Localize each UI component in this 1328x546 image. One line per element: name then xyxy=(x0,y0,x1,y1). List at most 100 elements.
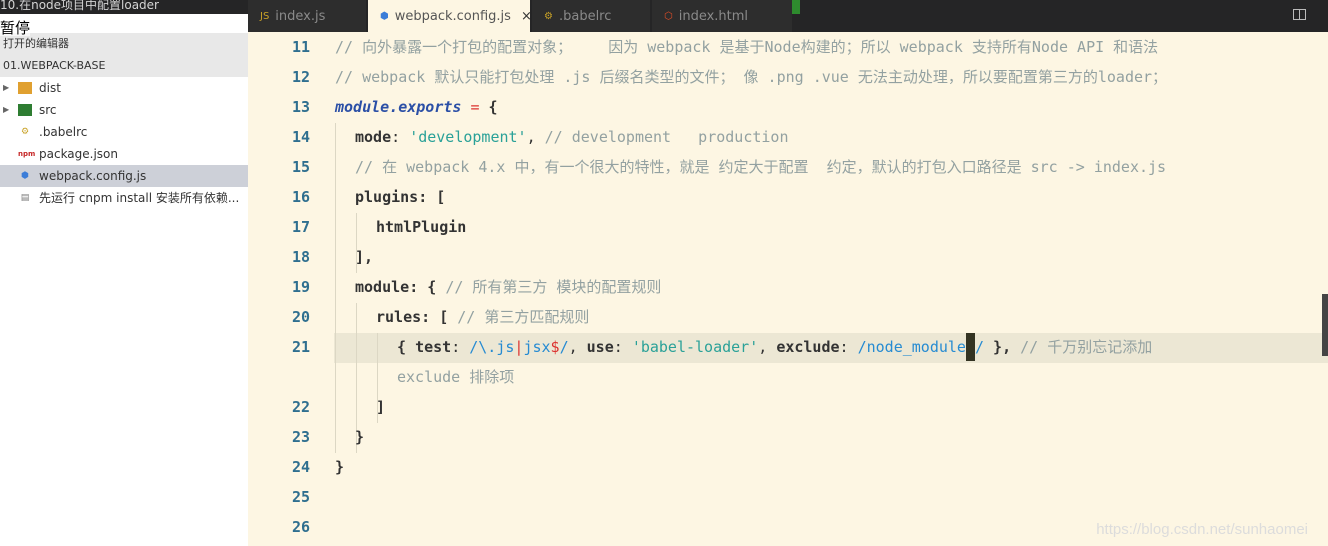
code-token: // development production xyxy=(544,128,789,146)
code-token: : { xyxy=(409,278,446,296)
code-token: , xyxy=(526,128,545,146)
tab-index-js[interactable]: JS index.js xyxy=(248,0,366,32)
tree-item-dist[interactable]: ▶ dist xyxy=(0,77,248,99)
code-line-15: // 在 webpack 4.x 中，有一个很大的特性，就是 约定大于配置 约定… xyxy=(355,158,1167,176)
code-line-19: module: { // 所有第三方 模块的配置规则 xyxy=(355,272,661,302)
window-title: 10.在node项目中配置loader xyxy=(0,0,159,12)
js-file-icon: JS xyxy=(260,10,270,22)
code-line-22: ] xyxy=(376,398,386,416)
code-token: jsx xyxy=(523,338,551,356)
line-number: 15 xyxy=(291,158,310,176)
code-token: use xyxy=(586,338,614,356)
npm-file-icon: npm xyxy=(18,150,36,158)
indent-guide xyxy=(335,123,336,453)
code-token: // 所有第三方 模块的配置规则 xyxy=(445,278,662,296)
text-file-icon: ▤ xyxy=(20,193,30,203)
code-token: , xyxy=(568,338,587,356)
code-token: / xyxy=(559,338,569,356)
code-line-17: htmlPlugin xyxy=(376,218,467,236)
code-token: : xyxy=(451,338,470,356)
code-token: test xyxy=(415,338,452,356)
tree-item-readme[interactable]: ▤ 先运行 cnpm install 安装所有依赖... xyxy=(0,187,248,209)
chevron-right-icon: ▶ xyxy=(3,105,10,114)
code-line-14: mode: 'development', // development prod… xyxy=(355,122,789,152)
explorer-sidebar: 打开的编辑器 01.WEBPACK-BASE ▶ dist ▶ src ⚙ .b… xyxy=(0,14,248,546)
code-token: // 第三方匹配规则 xyxy=(457,308,590,326)
open-editors-header[interactable]: 打开的编辑器 xyxy=(0,33,248,55)
code-token: 'development' xyxy=(409,128,527,146)
line-number: 18 xyxy=(291,248,310,266)
code-line-21: { test: /\.js|jsx$/, use: 'babel-loader'… xyxy=(397,332,1152,362)
folder-icon xyxy=(18,82,32,94)
line-number: 12 xyxy=(291,68,310,86)
tab-label: .babelrc xyxy=(558,8,612,24)
code-token: $ xyxy=(550,338,560,356)
close-icon[interactable]: × xyxy=(521,9,532,24)
folder-icon xyxy=(18,104,32,116)
line-number: 20 xyxy=(291,308,310,326)
scrollbar-thumb[interactable] xyxy=(1322,294,1328,356)
babelrc-file-icon: ⚙ xyxy=(544,10,553,22)
code-token: : [ xyxy=(418,188,446,206)
line-number: 13 xyxy=(291,98,310,116)
code-token: : xyxy=(391,128,410,146)
code-token: }, xyxy=(984,338,1021,356)
webpack-file-icon: ⬢ xyxy=(380,10,389,22)
code-token: { xyxy=(397,338,416,356)
code-line-21-wrap: exclude 排除项 xyxy=(397,368,515,386)
html-file-icon: ⬡ xyxy=(664,10,673,22)
code-editor[interactable]: 11 12 13 14 15 16 17 18 19 20 21 22 23 2… xyxy=(248,32,1328,546)
tab-index-html[interactable]: ⬡ index.html xyxy=(652,0,792,32)
line-number: 22 xyxy=(291,398,310,416)
code-line-24: } xyxy=(335,458,345,476)
code-line-13: module.exports = { xyxy=(335,92,498,122)
chevron-right-icon: ▶ xyxy=(3,83,10,92)
line-number: 21 xyxy=(291,338,310,356)
code-token: rules xyxy=(376,308,422,326)
code-token: : xyxy=(839,338,858,356)
tree-item-package-json[interactable]: npm package.json xyxy=(0,143,248,165)
line-number: 19 xyxy=(291,278,310,296)
pause-overlay: 暂停 xyxy=(0,19,31,37)
code-line-23: } xyxy=(355,428,365,446)
tree-item-src[interactable]: ▶ src xyxy=(0,99,248,121)
line-number: 24 xyxy=(291,458,310,476)
watermark: https://blog.csdn.net/sunhaomei xyxy=(1096,521,1308,538)
code-token: , xyxy=(758,338,777,356)
code-line-18: ], xyxy=(355,248,374,266)
tree-item-babelrc[interactable]: ⚙ .babelrc xyxy=(0,121,248,143)
code-token: : xyxy=(613,338,632,356)
code-token: { xyxy=(488,98,498,116)
code-token: mode xyxy=(355,128,392,146)
webpack-file-icon: ⬢ xyxy=(21,171,29,181)
code-token: plugins xyxy=(355,188,419,206)
code-token: module xyxy=(355,278,410,296)
tree-item-webpack-config[interactable]: ⬢ webpack.config.js xyxy=(0,165,248,187)
line-number: 17 xyxy=(291,218,310,236)
split-editor-icon[interactable] xyxy=(1293,9,1306,20)
line-number: 14 xyxy=(291,128,310,146)
code-token: = xyxy=(461,98,489,116)
tab-label: index.html xyxy=(678,8,749,24)
code-token: module.exports xyxy=(335,98,462,116)
code-token: : [ xyxy=(421,308,458,326)
line-number: 26 xyxy=(291,518,310,536)
text-cursor xyxy=(965,332,975,361)
code-token: /node_module xyxy=(857,338,966,356)
tab-babelrc[interactable]: ⚙ .babelrc xyxy=(532,0,650,32)
code-line-20: rules: [ // 第三方匹配规则 xyxy=(376,302,589,332)
project-header[interactable]: 01.WEBPACK-BASE xyxy=(0,55,248,77)
tab-webpack-config[interactable]: ⬢ webpack.config.js × xyxy=(368,0,532,32)
tab-label: webpack.config.js xyxy=(394,8,511,24)
code-line-12: // webpack 默认只能打包处理 .js 后缀名类型的文件； 像 .png… xyxy=(335,68,1168,86)
code-line-16: plugins: [ xyxy=(355,182,445,212)
code-token: /\.js xyxy=(469,338,515,356)
tab-label: index.js xyxy=(275,8,326,24)
line-number: 25 xyxy=(291,488,310,506)
code-token: exclude xyxy=(776,338,840,356)
code-line-11: // 向外暴露一个打包的配置对象； 因为 webpack 是基于Node构建的；… xyxy=(335,38,1159,56)
code-token: 'babel-loader' xyxy=(631,338,759,356)
line-number: 16 xyxy=(291,188,310,206)
code-token: // 千万别忘记添加 xyxy=(1020,338,1153,356)
line-number: 23 xyxy=(291,428,310,446)
